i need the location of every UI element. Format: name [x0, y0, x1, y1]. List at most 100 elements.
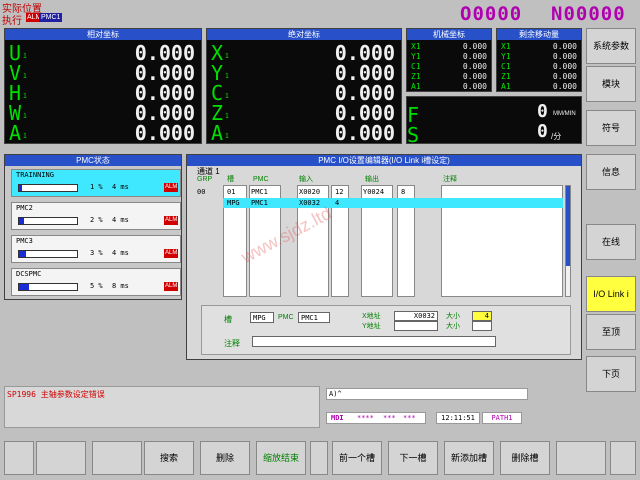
- io-cell-pmc[interactable]: PMC1: [251, 187, 268, 197]
- detail-slot-field[interactable]: MPG: [250, 312, 274, 323]
- status-time: 12:11:51: [436, 412, 480, 424]
- detail-x-field[interactable]: X0032: [394, 311, 438, 321]
- softkey-system-param[interactable]: 系统参数: [586, 28, 636, 64]
- softkey-top[interactable]: 至顶: [586, 314, 636, 350]
- absolute-axis-row: Z 1 0.000: [207, 103, 401, 123]
- pmc-load-bar: [18, 184, 78, 192]
- pmc-load-bar: [18, 250, 78, 258]
- col-comment-header: 注释: [443, 176, 457, 183]
- absolute-axis-value: 0.000: [334, 41, 395, 65]
- feed-value: 0: [537, 101, 548, 122]
- io-cell-out-addr[interactable]: Y0024: [363, 187, 384, 197]
- machine-coords-title: 机械坐标: [407, 29, 491, 40]
- bottom-key-add-slot[interactable]: 新添加槽: [444, 441, 494, 475]
- table-scrollbar-thumb[interactable]: [566, 186, 570, 266]
- bottom-key-gap[interactable]: [310, 441, 328, 475]
- pmc-scan-time: 4 ms: [112, 249, 129, 257]
- detail-size-field-2[interactable]: [472, 321, 492, 331]
- bottom-key-delete-slot[interactable]: 删除槽: [500, 441, 550, 475]
- io-cell-slot[interactable]: 01: [227, 187, 235, 197]
- machine-axis-name: X1: [411, 42, 421, 51]
- bottom-key-next-menu[interactable]: [610, 441, 636, 475]
- bottom-key-delete[interactable]: 删除: [200, 441, 250, 475]
- io-cell-out-size[interactable]: 8: [401, 187, 405, 197]
- pmc-load-bar: [18, 283, 78, 291]
- pmc-item[interactable]: DCSPMC 5 % 8 ms ALM: [11, 268, 181, 296]
- pmc-item[interactable]: PMC2 2 % 4 ms ALM: [11, 202, 181, 230]
- absolute-axis-row: Y 1 0.000: [207, 63, 401, 83]
- softkey-module[interactable]: 模块: [586, 66, 636, 102]
- exec-label: 执行: [2, 16, 22, 27]
- softkey-iolink[interactable]: I/O Link i: [586, 276, 636, 312]
- detail-slot-label: 槽: [224, 315, 232, 324]
- col-output-header: 输出: [365, 176, 379, 183]
- absolute-axis-sub: 1: [225, 133, 229, 140]
- io-cell-in-addr[interactable]: X0020: [299, 187, 320, 197]
- machine-axis-value: 0.000: [462, 72, 487, 81]
- machine-axis-name: C1: [411, 62, 421, 71]
- key-input-buffer[interactable]: A)^: [326, 388, 528, 400]
- status-stars-2: ***: [383, 414, 396, 422]
- pmc-item[interactable]: TRAINNING 1 % 4 ms ALM: [11, 169, 181, 197]
- absolute-axis-row: A 1 0.000: [207, 123, 401, 143]
- machine-axis-row: Z1 0.000: [407, 72, 491, 82]
- absolute-axis-name: A: [211, 121, 224, 145]
- relative-axis-row: A 1 0.000: [5, 123, 201, 143]
- machine-axis-value: 0.000: [462, 42, 487, 51]
- remaining-move-title: 剩余移动量: [497, 29, 581, 40]
- detail-pmc-field[interactable]: PMC1: [298, 312, 330, 323]
- softkey-next-page[interactable]: 下页: [586, 356, 636, 392]
- bottom-key-search[interactable]: 搜索: [144, 441, 194, 475]
- relative-axis-sub: 1: [23, 133, 27, 140]
- relative-coords-title: 相对坐标: [5, 29, 201, 40]
- pmc-item[interactable]: PMC3 3 % 4 ms ALM: [11, 235, 181, 263]
- io-cell-in-size[interactable]: 12: [335, 187, 343, 197]
- pmc-scan-time: 8 ms: [112, 282, 129, 290]
- bottom-key-extra[interactable]: [556, 441, 606, 475]
- detail-y-field[interactable]: [394, 321, 438, 331]
- detail-comment-field[interactable]: [252, 336, 496, 347]
- absolute-axis-row: X 1 0.000: [207, 43, 401, 63]
- io-cell-grp[interactable]: 00: [197, 187, 205, 197]
- machine-axis-row: C1 0.000: [407, 62, 491, 72]
- softkey-online[interactable]: 在线: [586, 224, 636, 260]
- remaining-axis-value: 0.000: [552, 72, 577, 81]
- pmc-item-name: PMC2: [16, 204, 33, 212]
- status-mode: MDI: [331, 414, 344, 422]
- io-cell-in-size[interactable]: 4: [335, 198, 339, 208]
- bottom-key-prev-slot[interactable]: 前一个槽: [332, 441, 382, 475]
- bottom-key-zoom-end[interactable]: 缩放结束: [256, 441, 306, 475]
- status-stars-1: ****: [357, 414, 374, 422]
- machine-axis-row: Y1 0.000: [407, 52, 491, 62]
- io-cell-slot[interactable]: MPG: [227, 198, 240, 208]
- absolute-axis-name: Y: [211, 61, 224, 85]
- bottom-key-return[interactable]: [4, 441, 34, 475]
- status-path: PATH1: [482, 412, 522, 424]
- spindle-label: S: [407, 123, 420, 147]
- relative-axis-value: 0.000: [134, 41, 195, 65]
- bottom-key-next-slot[interactable]: 下一槽: [388, 441, 438, 475]
- remaining-axis-value: 0.000: [552, 82, 577, 91]
- detail-pmc-label: PMC: [278, 314, 294, 321]
- pmc-load-percent: 5 %: [90, 282, 103, 290]
- softkey-symbol[interactable]: 符号: [586, 110, 636, 146]
- status-stars-3: ***: [403, 414, 416, 422]
- bottom-key-1[interactable]: [36, 441, 86, 475]
- absolute-coords-panel: 绝对坐标 X 1 0.000 Y 1 0.000 C 1 0.000 Z 1 0.000 A 1 0.000: [206, 28, 402, 144]
- absolute-axis-sub: 1: [225, 53, 229, 60]
- machine-axis-value: 0.000: [462, 62, 487, 71]
- absolute-axis-sub: 1: [225, 113, 229, 120]
- softkey-message[interactable]: 信息: [586, 154, 636, 190]
- pmc-alarm-badge: ALM: [164, 183, 179, 192]
- io-cell-pmc[interactable]: PMC1: [251, 198, 268, 208]
- machine-axis-value: 0.000: [462, 82, 487, 91]
- pmc-alarm-badge: ALM: [164, 282, 179, 291]
- relative-axis-value: 0.000: [134, 121, 195, 145]
- relative-axis-name: H: [9, 81, 22, 105]
- bottom-key-2[interactable]: [92, 441, 142, 475]
- pmc-load-percent: 2 %: [90, 216, 103, 224]
- header-bar: [0, 0, 640, 28]
- pmc-alarm-badge: ALM: [164, 249, 179, 258]
- machine-axis-row: A1 0.000: [407, 82, 491, 92]
- detail-size-field[interactable]: 4: [472, 311, 492, 321]
